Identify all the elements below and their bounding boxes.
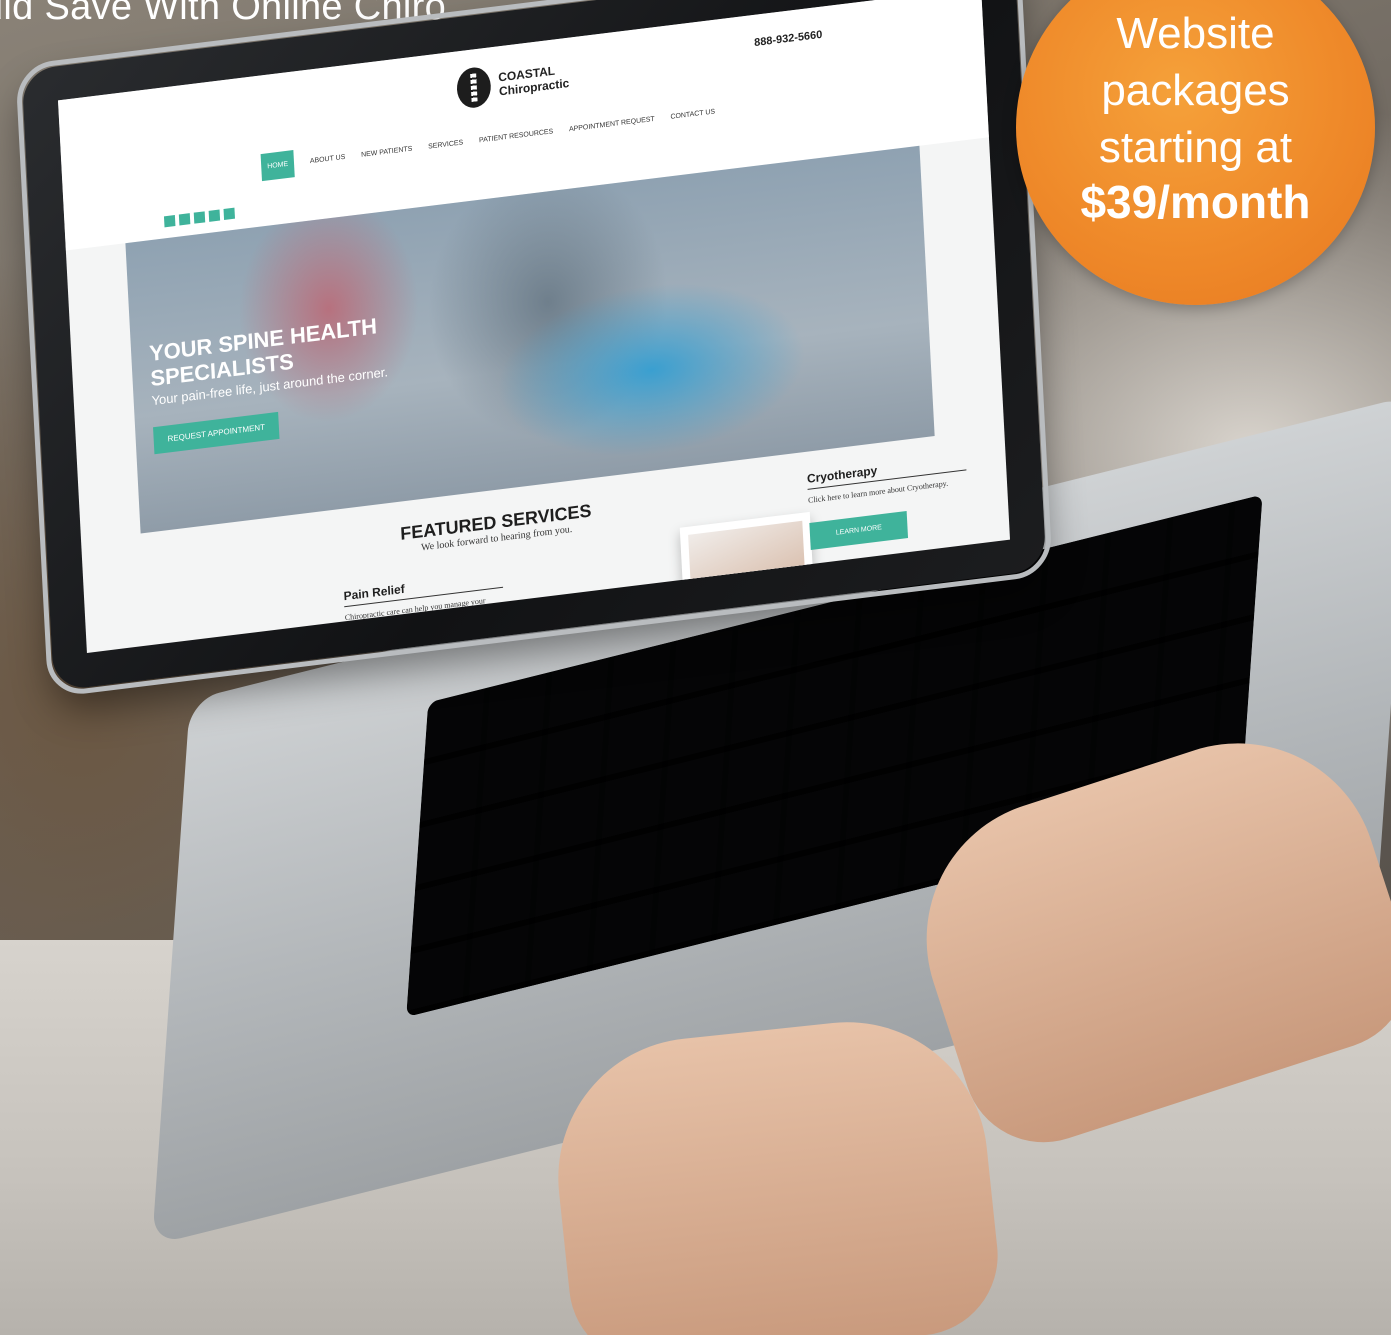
laptop-screen: COASTAL Chiropractic 888-932-5660 HOME A… [57,0,1011,653]
badge-line-2: packages [1101,66,1290,115]
facebook-icon[interactable] [163,214,176,228]
google-plus-icon[interactable] [178,213,191,226]
nav-contact-us[interactable]: CONTACT US [670,108,715,120]
pain-relief-photo [196,630,340,653]
service-cryotherapy: Cryotherapy Click here to learn more abo… [806,452,970,550]
twitter-icon[interactable] [223,207,236,221]
vimeo-icon[interactable] [208,209,221,222]
nav-patient-resources[interactable]: PATIENT RESOURCES [479,128,553,144]
social-icons [163,207,236,228]
nav-new-patients[interactable]: NEW PATIENTS [361,146,412,159]
background-scene: uld Save With Online Chiro COASTAL Chiro… [0,0,1391,1335]
badge-price: $39/month [1080,176,1311,228]
laptop-lid: COASTAL Chiropractic 888-932-5660 HOME A… [15,0,1053,699]
price-badge: Website packages starting at $39/month [1016,0,1375,305]
nav-about-us[interactable]: ABOUT US [310,154,346,165]
featured-services: FEATURED SERVICES We look forward to hea… [400,500,593,555]
nav-services[interactable]: SERVICES [428,139,463,150]
learn-more-button[interactable]: LEARN MORE [809,510,909,550]
request-appointment-button[interactable]: REQUEST APPOINTMENT [153,411,280,455]
badge-line-3: starting at [1098,123,1293,172]
site-nav: HOME ABOUT US NEW PATIENTS SERVICES PATI… [260,98,716,182]
badge-line-1: Website [1116,9,1275,58]
nav-home[interactable]: HOME [260,150,295,182]
nav-appointment-request[interactable]: APPOINTMENT REQUEST [569,116,655,134]
phone-number[interactable]: 888-932-5660 [754,29,823,49]
spine-logo-icon [455,65,492,110]
site-logo[interactable]: COASTAL Chiropractic [455,56,570,110]
headline-text: uld Save With Online Chiro [0,0,447,28]
linkedin-icon[interactable] [193,211,206,224]
